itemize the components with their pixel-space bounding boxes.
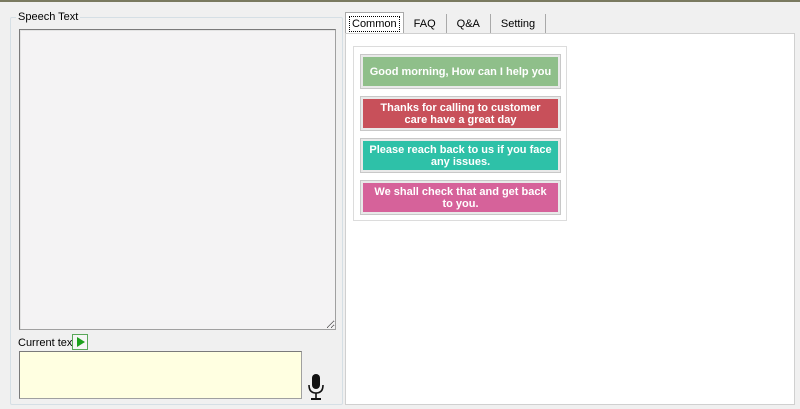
play-button[interactable] (72, 334, 88, 350)
tab-setting-label: Setting (500, 18, 536, 30)
current-text-input[interactable] (19, 351, 302, 399)
check-back-button[interactable]: We shall check that and get back to you. (360, 180, 561, 215)
tab-faq[interactable]: FAQ (403, 14, 447, 34)
thanks-button[interactable]: Thanks for calling to customer care have… (360, 96, 561, 131)
play-icon (77, 337, 85, 347)
tab-common[interactable]: Common (345, 12, 404, 34)
tab-qa[interactable]: Q&A (446, 14, 491, 34)
speech-text-group: Speech Text Current text (10, 11, 343, 405)
microphone-button[interactable] (307, 373, 325, 401)
tab-qa-label: Q&A (456, 18, 480, 30)
speech-text-group-title: Speech Text (16, 11, 81, 23)
common-buttons-panel: Good morning, How can I help you Thanks … (353, 46, 567, 221)
reach-back-button[interactable]: Please reach back to us if you face any … (360, 138, 561, 173)
speech-text-area[interactable] (19, 29, 336, 330)
app-window: Speech Text Current text Common FAQ Q&A (0, 0, 800, 409)
tab-common-label: Common (349, 15, 400, 32)
greeting-button[interactable]: Good morning, How can I help you (360, 54, 561, 89)
tab-strip: Common FAQ Q&A Setting (345, 12, 547, 34)
current-text-label: Current text (18, 337, 76, 349)
microphone-icon (308, 374, 324, 400)
tab-faq-label: FAQ (413, 18, 436, 30)
common-tab-panel: Good morning, How can I help you Thanks … (345, 33, 795, 405)
tab-setting[interactable]: Setting (490, 14, 547, 34)
